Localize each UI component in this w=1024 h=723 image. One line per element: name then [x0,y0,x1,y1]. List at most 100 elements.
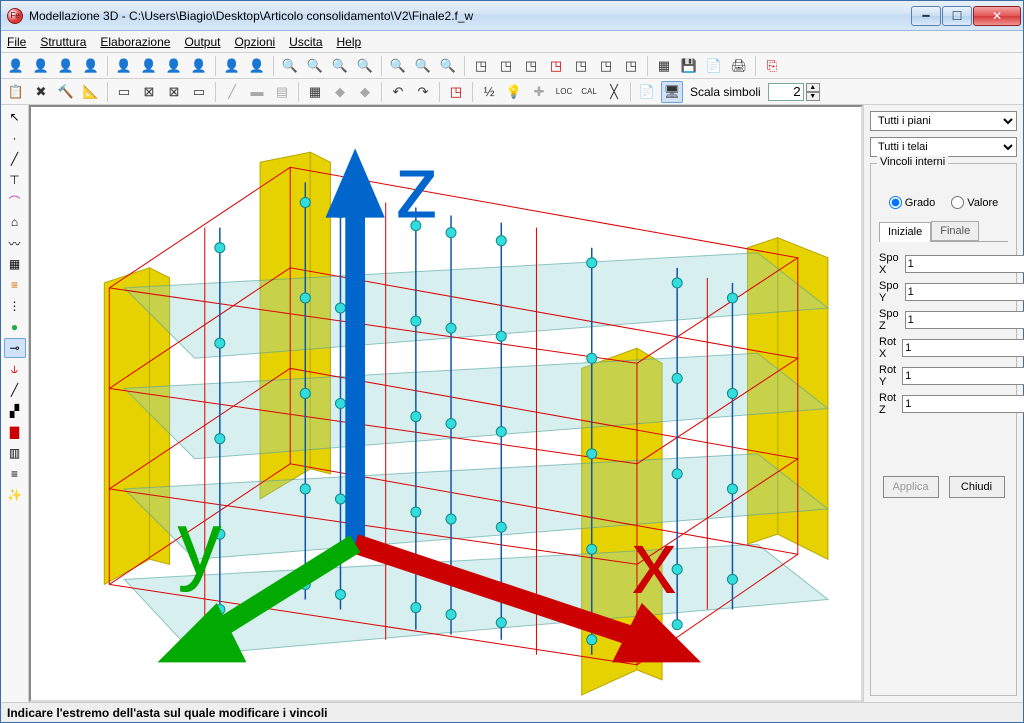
tab-finale[interactable]: Finale [931,221,979,241]
zoom-window-icon[interactable]: 🔍 [354,55,376,77]
menu-file[interactable]: File [7,35,26,49]
input-roty[interactable] [902,367,1024,385]
cube-icon[interactable]: ◳ [470,55,492,77]
arc-icon[interactable]: ⌒ [4,191,26,211]
zoom-in-icon[interactable]: 🔍 [304,55,326,77]
roof-icon[interactable]: ⌂ [4,212,26,232]
maximize-button[interactable]: ☐ [942,6,972,26]
line2-icon[interactable]: ╱ [4,380,26,400]
cube-icon[interactable]: ◳ [595,55,617,77]
bars2-icon[interactable]: ▥ [4,443,26,463]
close-button[interactable]: ✕ [973,6,1021,26]
save-icon[interactable]: 💾 [678,55,700,77]
axis-icon[interactable]: ╳ [603,81,625,103]
menu-output[interactable]: Output [184,35,220,49]
close-button[interactable]: Chiudi [949,476,1005,498]
tool-icon[interactable]: 👤 [113,55,135,77]
tool-icon[interactable]: 🔨 [55,81,77,103]
cube-icon[interactable]: ◳ [570,55,592,77]
menu-elaborazione[interactable]: Elaborazione [100,35,170,49]
export-icon[interactable]: 📄 [703,55,725,77]
apply-button[interactable]: Applica [883,476,939,498]
cube-icon[interactable]: ◳ [520,55,542,77]
text-icon[interactable]: LOC [553,81,575,103]
zoom-icon[interactable]: 🔍 [387,55,409,77]
menu-struttura[interactable]: Struttura [40,35,86,49]
tool-icon[interactable]: 👤 [30,55,52,77]
gradient-icon[interactable]: ▞ [4,401,26,421]
select-icon[interactable]: ▭ [113,81,135,103]
cursor-icon[interactable]: ↖ [4,107,26,127]
tool-icon[interactable]: 📐 [80,81,102,103]
cube-icon[interactable]: ◳ [620,55,642,77]
scala-spinner[interactable]: ▲▼ [806,83,820,101]
tool-icon[interactable]: 👤 [5,55,27,77]
plus-icon[interactable]: ✚ [528,81,550,103]
doc-icon[interactable]: 📄 [636,81,658,103]
select-telai[interactable]: Tutti i telai [870,137,1017,157]
tool-icon[interactable]: 👤 [221,55,243,77]
line-icon[interactable]: ╱ [221,81,243,103]
tool-icon[interactable]: 👤 [163,55,185,77]
menu-help[interactable]: Help [337,35,362,49]
toggle-icon[interactable]: ⎘ [761,55,783,77]
point-icon[interactable]: · [4,128,26,148]
menu-uscita[interactable]: Uscita [289,35,322,49]
input-spoy[interactable] [905,283,1024,301]
print-icon[interactable]: 🖨 [728,55,750,77]
input-spoz[interactable] [905,311,1024,329]
zoom-out-icon[interactable]: 🔍 [279,55,301,77]
wand-icon[interactable]: ✨ [4,485,26,505]
paste-icon[interactable]: 📋 [5,81,27,103]
radio-valore[interactable]: Valore [951,196,998,209]
option-icon[interactable]: ½ [478,81,500,103]
grid-icon[interactable]: ▦ [653,55,675,77]
input-spox[interactable] [905,255,1024,273]
select-icon[interactable]: ⊠ [163,81,185,103]
table-icon[interactable]: ▦ [304,81,326,103]
zoom-icon[interactable]: 🔍 [412,55,434,77]
tool-icon[interactable]: 👤 [188,55,210,77]
constraint-icon[interactable]: ⊸ [4,338,26,358]
layer-icon[interactable]: ◆ [329,81,351,103]
shape-icon[interactable]: ▬ [246,81,268,103]
grid-icon[interactable]: ▤ [271,81,293,103]
delete-icon[interactable]: ✖ [30,81,52,103]
cube-icon[interactable]: ◳ [495,55,517,77]
menu-opzioni[interactable]: Opzioni [234,35,275,49]
tool-icon[interactable]: 👤 [246,55,268,77]
wave-icon[interactable]: 〰 [4,233,26,253]
dots-icon[interactable]: ⋮ [4,296,26,316]
node-icon[interactable]: ⊤ [4,170,26,190]
scala-input[interactable] [768,83,804,101]
radio-grado[interactable]: Grado [889,196,936,209]
tool-icon[interactable]: 👤 [55,55,77,77]
line-icon[interactable]: ╱ [4,149,26,169]
bars-icon[interactable]: ≡ [4,275,26,295]
bars3-icon[interactable]: ≡ [4,464,26,484]
input-rotz[interactable] [902,395,1024,413]
text-icon[interactable]: CAL [578,81,600,103]
select-piani[interactable]: Tutti i piani [870,111,1017,131]
zoom-fit-icon[interactable]: 🔍 [329,55,351,77]
undo-icon[interactable]: ↶ [387,81,409,103]
select-icon[interactable]: ▭ [188,81,210,103]
bulb-icon[interactable]: 💡 [503,81,525,103]
zoom-icon[interactable]: 🔍 [437,55,459,77]
tool-icon[interactable]: 👤 [80,55,102,77]
tab-iniziale[interactable]: Iniziale [879,222,931,242]
block-icon[interactable]: ▇ [4,422,26,442]
monitor-icon[interactable]: 🖥 [661,81,683,103]
redo-icon[interactable]: ↷ [412,81,434,103]
support-icon[interactable]: ⫝ [4,359,26,379]
input-rotx[interactable] [902,339,1024,357]
minimize-button[interactable]: ━ [911,6,941,26]
viewport-3d[interactable]: .wall { fill:#e6d200; stroke:#b8a800; st… [29,105,863,702]
circle-icon[interactable]: ● [4,317,26,337]
layer-icon[interactable]: ◆ [354,81,376,103]
grid-icon[interactable]: ▦ [4,254,26,274]
select-icon[interactable]: ⊠ [138,81,160,103]
cube-red-icon[interactable]: ◳ [445,81,467,103]
cube-icon[interactable]: ◳ [545,55,567,77]
tool-icon[interactable]: 👤 [138,55,160,77]
